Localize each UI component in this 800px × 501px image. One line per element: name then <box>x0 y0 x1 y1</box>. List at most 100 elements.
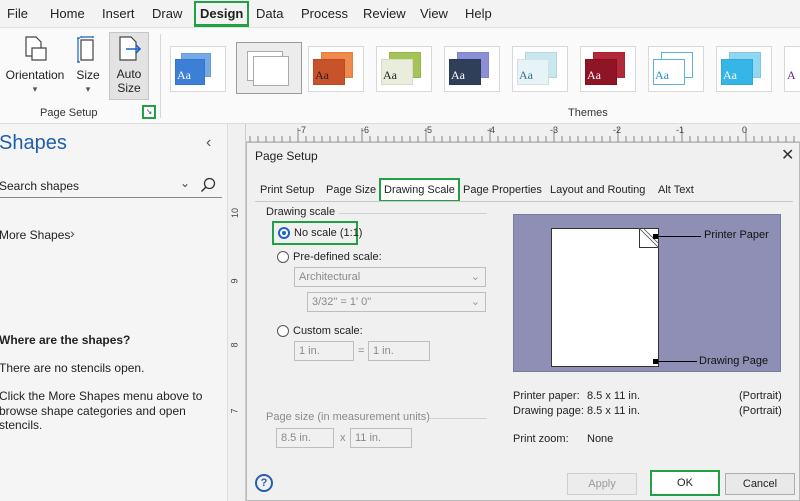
drawing-page-preview <box>551 228 659 367</box>
shapes-pane: Shapes ‹ Search shapes ⌄ More Shapes › W… <box>0 124 228 501</box>
ruler-label: 9 <box>229 278 240 284</box>
size-button[interactable]: Size ▾ <box>70 34 106 98</box>
page-setup-dialog: Page Setup ✕ Print Setup Page Size Drawi… <box>246 142 800 501</box>
search-icon[interactable] <box>200 177 216 193</box>
drawing-scale-section-label: Drawing scale <box>266 206 336 218</box>
chevron-right-icon[interactable]: › <box>70 225 75 241</box>
size-label: Size <box>76 68 100 82</box>
page-size-label: Page size (in measurement units) <box>266 411 430 423</box>
preview-area: Printer Paper Drawing Page <box>513 214 781 372</box>
search-input[interactable]: Search shapes <box>0 179 79 193</box>
auto-size-icon <box>119 36 142 61</box>
page-size-x: x <box>340 432 346 444</box>
orientation-button[interactable]: Orientation ▾ <box>4 34 66 98</box>
custom-scale-radio[interactable] <box>277 325 289 337</box>
auto-size-label-2: Size <box>117 81 141 95</box>
page-height-input[interactable]: 11 in. <box>350 428 412 448</box>
help-icon[interactable]: ? <box>255 474 273 492</box>
menu-data[interactable]: Data <box>256 0 283 28</box>
auto-size-label-1: Auto <box>116 67 142 81</box>
ruler-label: 8 <box>229 342 240 348</box>
drawing-page-key: Drawing page: <box>513 405 584 417</box>
menu-design[interactable]: Design <box>194 1 250 27</box>
predefined-scale-radio[interactable] <box>277 251 289 263</box>
theme-thumb-3[interactable]: Aa <box>308 46 364 92</box>
theme-thumb-4[interactable]: Aa <box>376 46 432 92</box>
tab-page-properties[interactable]: Page Properties <box>463 181 542 201</box>
menu-file[interactable]: File <box>7 0 28 28</box>
shapes-title: Shapes <box>0 132 67 154</box>
menu-help[interactable]: Help <box>465 0 492 28</box>
ruler-ticks <box>233 128 795 142</box>
ruler-label: -4 <box>487 125 496 135</box>
predefined-category-value: Architectural <box>299 271 361 283</box>
drawing-page-callout: Drawing Page <box>699 355 769 367</box>
printer-paper-value: 8.5 x 11 in. <box>587 390 640 402</box>
theme-thumb-6[interactable]: Aa <box>512 46 568 92</box>
tab-drawing-scale[interactable]: Drawing Scale <box>379 178 460 202</box>
close-icon[interactable]: ✕ <box>781 145 794 165</box>
theme-thumb-7[interactable]: Aa <box>580 46 636 92</box>
predefined-category-select[interactable]: Architectural ⌄ <box>294 267 486 287</box>
ribbon: Orientation ▾ Size ▾ Auto Size Page Setu… <box>0 28 800 124</box>
tab-print-setup[interactable]: Print Setup <box>260 181 314 201</box>
chevron-down-icon: ▾ <box>85 84 91 94</box>
horizontal-ruler: -7 -6 -5 -4 -3 -2 -1 0 <box>228 124 800 142</box>
menu-bar: File Home Insert Draw Design Data Proces… <box>0 0 800 28</box>
theme-thumb-9[interactable]: Aa <box>716 46 772 92</box>
ruler-label: -5 <box>424 125 433 135</box>
size-icon <box>77 36 94 63</box>
custom-scale-equals: = <box>358 345 365 357</box>
predefined-scale-label: Pre-defined scale: <box>293 251 382 263</box>
tab-page-size[interactable]: Page Size <box>326 181 376 201</box>
menu-draw[interactable]: Draw <box>152 0 182 28</box>
section-line <box>429 418 487 419</box>
theme-thumb-5[interactable]: Aa <box>444 46 500 92</box>
themes-group-label: Themes <box>568 107 608 119</box>
no-scale-radio[interactable] <box>278 227 290 239</box>
tab-alt-text[interactable]: Alt Text <box>658 181 694 201</box>
auto-size-button[interactable]: Auto Size <box>109 32 149 100</box>
custom-scale-left-input[interactable]: 1 in. <box>294 341 354 361</box>
page-setup-launcher-icon[interactable]: ↘ <box>142 105 156 119</box>
ruler-label: -7 <box>298 125 307 135</box>
theme-thumb-2[interactable] <box>236 42 302 94</box>
page-width-input[interactable]: 8.5 in. <box>276 428 334 448</box>
theme-thumb-8[interactable]: Aa <box>648 46 704 92</box>
drawing-page-value: 8.5 x 11 in. <box>587 405 640 417</box>
menu-view[interactable]: View <box>420 0 448 28</box>
ruler-label: -1 <box>676 125 685 135</box>
print-zoom-value: None <box>587 433 614 445</box>
menu-insert[interactable]: Insert <box>102 0 135 28</box>
chevron-left-icon[interactable]: ‹ <box>206 134 211 152</box>
predefined-value-select[interactable]: 3/32" = 1' 0" ⌄ <box>307 292 486 312</box>
chevron-down-icon: ⌄ <box>470 296 480 308</box>
orientation-label: Orientation <box>5 68 65 82</box>
empty-line-2b: browse shape categories and open stencil… <box>0 404 186 432</box>
page-setup-group-label: Page Setup <box>40 107 98 119</box>
printer-paper-orientation: (Portrait) <box>739 390 782 402</box>
tab-divider <box>255 201 793 202</box>
menu-process[interactable]: Process <box>301 0 348 28</box>
tab-layout-and-routing[interactable]: Layout and Routing <box>550 181 645 201</box>
chevron-down-icon[interactable]: ⌄ <box>180 176 190 190</box>
ok-button[interactable]: OK <box>650 470 720 496</box>
menu-review[interactable]: Review <box>363 0 406 28</box>
menu-home[interactable]: Home <box>50 0 85 28</box>
printer-paper-callout: Printer Paper <box>704 229 769 241</box>
more-shapes-link[interactable]: More Shapes <box>0 228 70 242</box>
theme-thumb-1[interactable]: Aa <box>170 46 226 92</box>
ruler-label: 10 <box>230 207 241 219</box>
theme-thumb-10[interactable]: A <box>784 46 800 92</box>
search-box[interactable]: Search shapes ⌄ <box>0 174 222 198</box>
print-zoom-key: Print zoom: <box>513 433 569 445</box>
apply-button[interactable]: Apply <box>567 473 637 495</box>
section-line <box>339 213 487 214</box>
empty-heading: Where are the shapes? <box>0 333 131 347</box>
drawing-page-leader <box>655 361 697 362</box>
printer-paper-key: Printer paper: <box>513 390 580 402</box>
custom-scale-right-input[interactable]: 1 in. <box>368 341 430 361</box>
no-scale-option[interactable]: No scale (1:1) <box>272 221 362 245</box>
vertical-ruler: 10 9 8 7 <box>228 124 246 501</box>
cancel-button[interactable]: Cancel <box>725 473 795 495</box>
